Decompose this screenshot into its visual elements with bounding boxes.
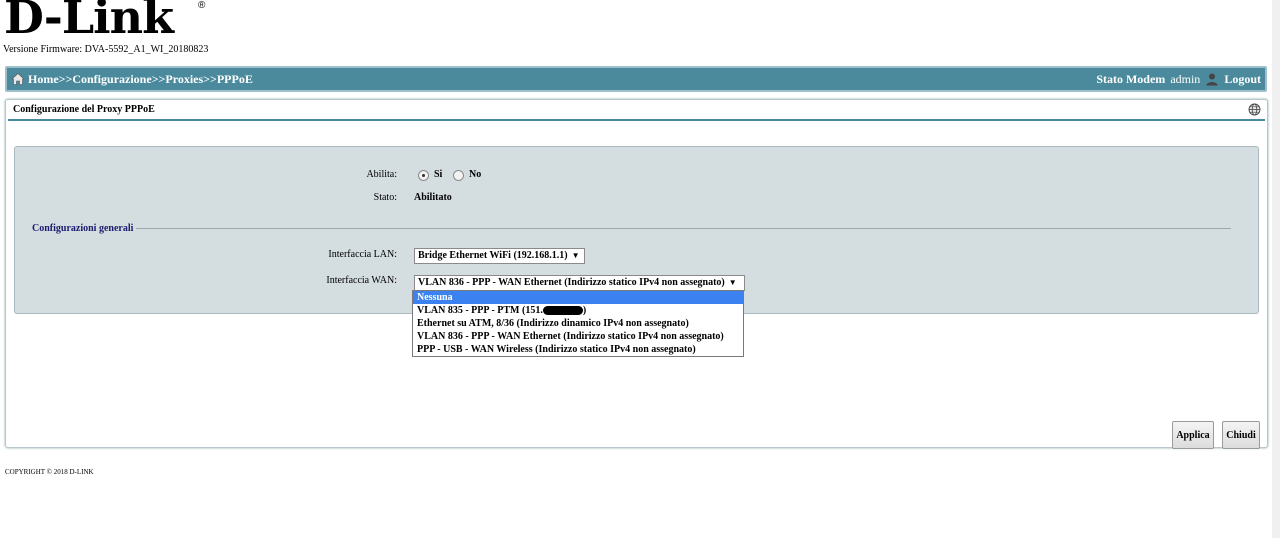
section-divider bbox=[136, 228, 1231, 229]
enable-label: Abilita: bbox=[366, 169, 397, 180]
wan-option-ppp-usb[interactable]: PPP - USB - WAN Wireless (Indirizzo stat… bbox=[413, 343, 743, 356]
breadcrumb-separator: >> bbox=[58, 71, 73, 86]
redacted-ip bbox=[542, 306, 583, 316]
breadcrumb-proxies[interactable]: Proxies bbox=[165, 72, 203, 87]
wan-option-vlan835[interactable]: VLAN 835 - PPP - PTM (151.) bbox=[413, 304, 743, 317]
lan-interface-value: Bridge Ethernet WiFi (192.168.1.1) bbox=[418, 250, 568, 261]
wan-interface-select[interactable]: VLAN 836 - PPP - WAN Ethernet (Indirizzo… bbox=[414, 275, 745, 291]
wan-option-vlan835-suffix: ) bbox=[582, 305, 587, 316]
breadcrumb: Home >> Configurazione >> Proxies >> PPP… bbox=[28, 72, 253, 87]
panel-divider bbox=[8, 119, 1265, 121]
status-label: Stato: bbox=[373, 192, 397, 203]
wan-option-nessuna[interactable]: Nessuna bbox=[413, 291, 743, 304]
lan-interface-select[interactable]: Bridge Ethernet WiFi (192.168.1.1) ▼ bbox=[414, 248, 585, 264]
chevron-down-icon: ▼ bbox=[728, 278, 737, 287]
top-navbar: Home >> Configurazione >> Proxies >> PPP… bbox=[5, 66, 1267, 92]
globe-icon[interactable] bbox=[1248, 103, 1261, 116]
breadcrumb-separator: >> bbox=[203, 71, 217, 86]
home-icon[interactable] bbox=[11, 72, 25, 86]
close-button[interactable]: Chiudi bbox=[1222, 421, 1260, 449]
scrollbar[interactable] bbox=[1272, 0, 1280, 538]
breadcrumb-separator: >> bbox=[151, 71, 166, 86]
enable-no-label: No bbox=[469, 169, 482, 180]
user-name: admin bbox=[1170, 71, 1201, 86]
enable-yes-label: Si bbox=[434, 169, 443, 180]
modem-status-link[interactable]: Stato Modem bbox=[1096, 72, 1165, 87]
breadcrumb-pppoe[interactable]: PPPoE bbox=[217, 72, 253, 87]
user-icon bbox=[1205, 72, 1219, 86]
wan-option-vlan836[interactable]: VLAN 836 - PPP - WAN Ethernet (Indirizzo… bbox=[413, 330, 743, 343]
wan-interface-dropdown-list: Nessuna VLAN 835 - PPP - PTM (151.) Ethe… bbox=[412, 290, 744, 357]
registered-mark: ® bbox=[198, 0, 206, 11]
pppoe-proxy-panel: Configurazione del Proxy PPPoE Abilita: … bbox=[5, 99, 1268, 449]
general-settings-title: Configurazioni generali bbox=[32, 223, 134, 234]
apply-button[interactable]: Applica bbox=[1172, 421, 1214, 449]
lan-interface-label: Interfaccia LAN: bbox=[328, 249, 397, 260]
wan-interface-value: VLAN 836 - PPP - WAN Ethernet (Indirizzo… bbox=[418, 277, 725, 288]
copyright: COPYRIGHT © 2018 D-LINK bbox=[5, 468, 94, 476]
wan-option-ethernet-atm[interactable]: Ethernet su ATM, 8/36 (Indirizzo dinamic… bbox=[413, 317, 743, 330]
firmware-version: Versione Firmware: DVA-5592_A1_WI_201808… bbox=[3, 44, 209, 55]
wan-option-vlan835-text: VLAN 835 - PPP - PTM (151. bbox=[417, 305, 543, 316]
panel-title: Configurazione del Proxy PPPoE bbox=[13, 104, 155, 115]
enable-no-radio[interactable] bbox=[453, 170, 464, 181]
wan-interface-label: Interfaccia WAN: bbox=[326, 275, 397, 286]
settings-form: Abilita: Si No Stato: Abilitato Configur… bbox=[14, 146, 1259, 314]
breadcrumb-home[interactable]: Home bbox=[28, 72, 59, 87]
status-value: Abilitato bbox=[414, 192, 452, 203]
enable-yes-radio[interactable] bbox=[418, 170, 429, 181]
logout-link[interactable]: Logout bbox=[1224, 72, 1261, 87]
chevron-down-icon: ▼ bbox=[571, 251, 580, 260]
breadcrumb-configurazione[interactable]: Configurazione bbox=[72, 72, 151, 87]
dlink-logo: D-Link bbox=[4, 0, 174, 44]
